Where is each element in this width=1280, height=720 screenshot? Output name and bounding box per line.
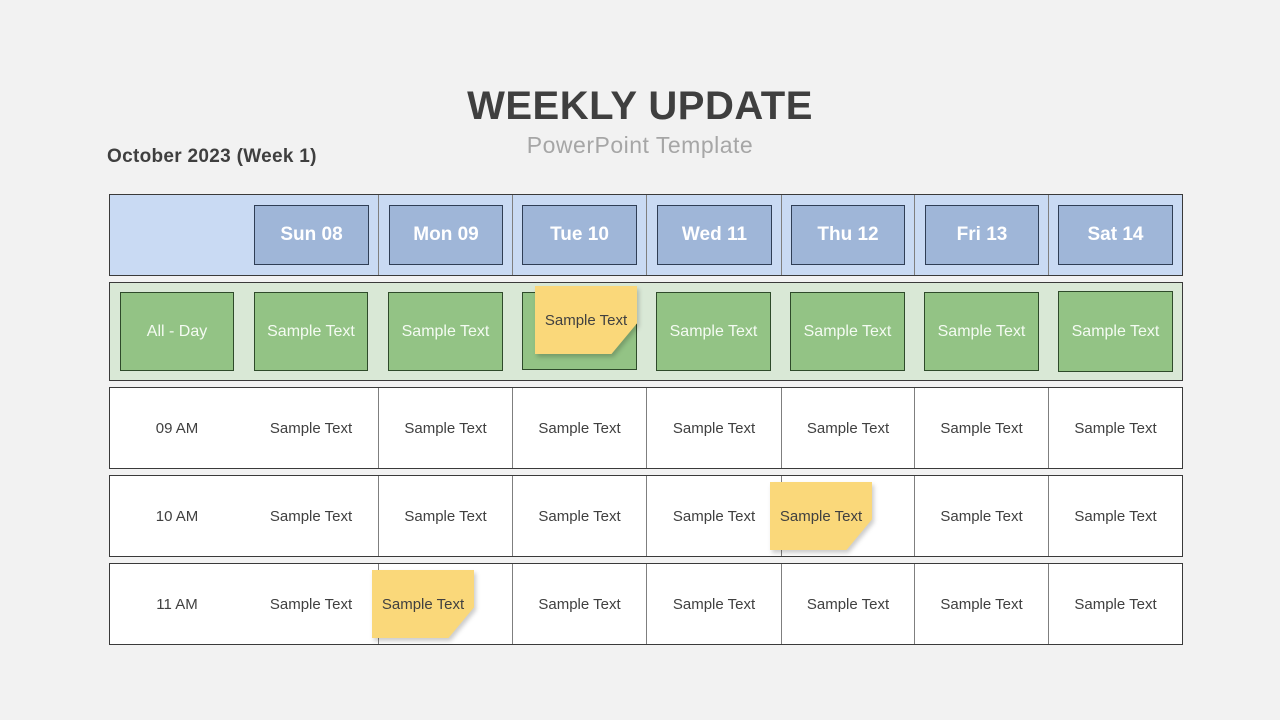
all-day-row: All - Day Sample Text Sample Text Sample…: [109, 282, 1183, 381]
cell-mon[interactable]: Sample Text: [379, 388, 512, 468]
all-day-cell-fri[interactable]: Sample Text: [924, 292, 1039, 371]
cell-wed[interactable]: Sample Text: [647, 564, 781, 644]
cell-thu[interactable]: Sample Text: [782, 388, 914, 468]
day-header-sun: Sun 08: [254, 205, 369, 265]
time-label: 09 AM: [155, 419, 199, 437]
time-row-11am: 11 AM Sample Text Sample Text Sample Tex…: [109, 563, 1183, 645]
day-header-row: Sun 08 Mon 09 Tue 10 Wed 11 Thu 12 Fri 1…: [109, 194, 1183, 276]
all-day-cell-thu[interactable]: Sample Text: [790, 292, 905, 371]
cell-sun[interactable]: Sample Text: [244, 388, 378, 468]
cell-fri[interactable]: Sample Text: [915, 476, 1048, 556]
all-day-label: All - Day: [120, 292, 234, 371]
column-divider: [914, 195, 915, 275]
all-day-cell-wed[interactable]: Sample Text: [656, 292, 771, 371]
cell-wed[interactable]: Sample Text: [647, 388, 781, 468]
column-divider: [646, 195, 647, 275]
cell-tue[interactable]: Sample Text: [513, 388, 646, 468]
day-header-wed: Wed 11: [657, 205, 772, 265]
day-header-tue: Tue 10: [522, 205, 637, 265]
cell-sun[interactable]: Sample Text: [244, 476, 378, 556]
cell-fri[interactable]: Sample Text: [915, 388, 1048, 468]
sticky-note-text: Sample Text: [770, 482, 872, 550]
day-header-thu: Thu 12: [791, 205, 905, 265]
time-row-10am: 10 AM Sample Text Sample Text Sample Tex…: [109, 475, 1183, 557]
column-divider: [512, 195, 513, 275]
column-divider: [378, 195, 379, 275]
page-title: WEEKLY UPDATE: [467, 84, 813, 128]
day-header-sat: Sat 14: [1058, 205, 1173, 265]
all-day-cell-sun[interactable]: Sample Text: [254, 292, 368, 371]
time-row-09am: 09 AM Sample Text Sample Text Sample Tex…: [109, 387, 1183, 469]
cell-sat[interactable]: Sample Text: [1049, 476, 1182, 556]
sticky-note-allday-tue[interactable]: Sample Text: [535, 286, 637, 354]
sticky-note-11am-mon[interactable]: Sample Text: [372, 570, 474, 638]
cell-mon[interactable]: Sample Text: [379, 476, 512, 556]
day-header-mon: Mon 09: [389, 205, 503, 265]
cell-wed[interactable]: Sample Text: [647, 476, 781, 556]
cell-sun[interactable]: Sample Text: [244, 564, 378, 644]
day-header-fri: Fri 13: [925, 205, 1039, 265]
sticky-note-text: Sample Text: [372, 570, 474, 638]
cell-thu[interactable]: Sample Text: [782, 564, 914, 644]
week-label: October 2023 (Week 1): [107, 146, 317, 167]
time-label: 10 AM: [155, 507, 199, 525]
column-divider: [1048, 195, 1049, 275]
time-label: 11 AM: [156, 595, 198, 613]
cell-tue[interactable]: Sample Text: [513, 476, 646, 556]
all-day-cell-sat[interactable]: Sample Text: [1058, 291, 1173, 372]
cell-fri[interactable]: Sample Text: [915, 564, 1048, 644]
cell-sat[interactable]: Sample Text: [1049, 564, 1182, 644]
column-divider: [781, 195, 782, 275]
all-day-cell-mon[interactable]: Sample Text: [388, 292, 503, 371]
cell-tue[interactable]: Sample Text: [513, 564, 646, 644]
sticky-note-text: Sample Text: [535, 286, 637, 354]
cell-sat[interactable]: Sample Text: [1049, 388, 1182, 468]
sticky-note-10am-thu[interactable]: Sample Text: [770, 482, 872, 550]
